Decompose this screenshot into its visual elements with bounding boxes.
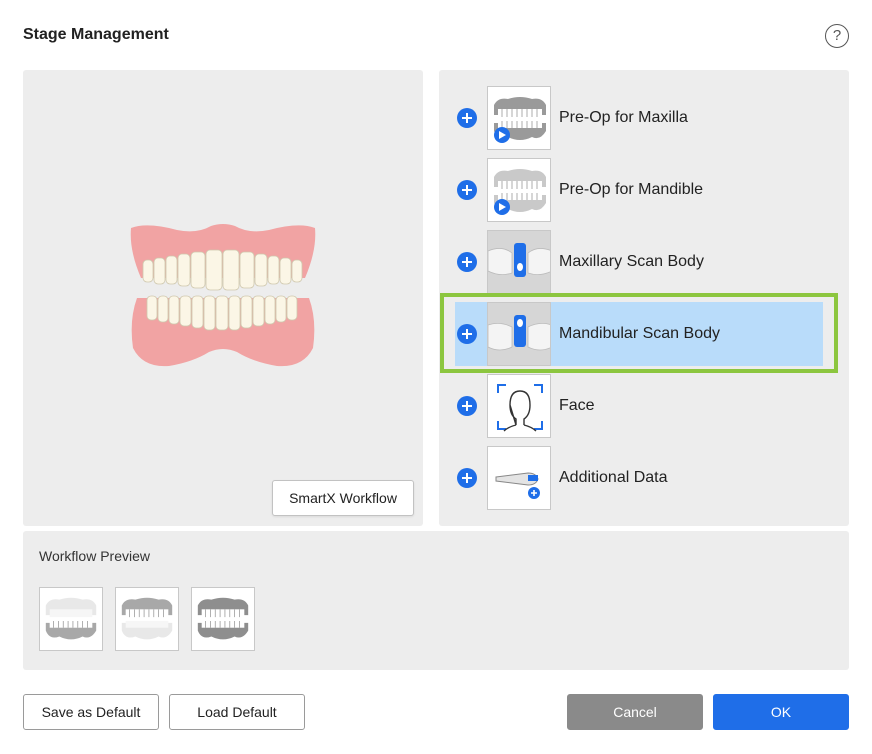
cancel-button[interactable]: Cancel [567,694,703,730]
stage-label: Mandibular Scan Body [559,325,720,342]
stage-item-additional-data[interactable]: Additional Data [455,446,823,510]
workflow-step-occlusion[interactable] [191,587,255,651]
stage-item-pre-op-mandible[interactable]: Pre-Op for Mandible [455,158,823,222]
pre-op-maxilla-icon [487,86,551,150]
mandibular-scan-body-icon [487,302,551,366]
stage-label: Pre-Op for Mandible [559,181,704,198]
stage-label: Face [559,397,595,414]
stage-item-pre-op-maxilla[interactable]: Pre-Op for Maxilla [455,86,823,150]
add-stage-icon[interactable] [457,252,477,272]
stage-item-face[interactable]: Face [455,374,823,438]
add-stage-icon[interactable] [457,324,477,344]
stage-label: Pre-Op for Maxilla [559,109,688,126]
dental-model-image [130,224,316,367]
workflow-preview-label: Workflow Preview [39,548,150,564]
face-icon [487,374,551,438]
save-as-default-button[interactable]: Save as Default [23,694,159,730]
add-stage-icon[interactable] [457,468,477,488]
workflow-step-lower-jaw[interactable] [115,587,179,651]
add-stage-icon[interactable] [457,396,477,416]
workflow-preview-panel: Workflow Preview [23,531,849,670]
help-icon[interactable]: ? [825,24,849,48]
add-stage-icon[interactable] [457,180,477,200]
ok-button[interactable]: OK [713,694,849,730]
smartx-workflow-button[interactable]: SmartX Workflow [272,480,414,516]
stage-list-panel: Pre-Op for Maxilla Pre-Op for Mandible M… [439,70,849,526]
load-default-button[interactable]: Load Default [169,694,305,730]
stage-item-maxillary-scan-body[interactable]: Maxillary Scan Body [455,230,823,294]
additional-data-icon [487,446,551,510]
add-stage-icon[interactable] [457,108,477,128]
dialog-title: Stage Management [23,26,169,43]
maxillary-scan-body-icon [487,230,551,294]
stage-item-mandibular-scan-body[interactable]: Mandibular Scan Body [455,302,823,366]
stage-label: Additional Data [559,469,668,486]
pre-op-mandible-icon [487,158,551,222]
stage-label: Maxillary Scan Body [559,253,704,270]
model-preview-panel: SmartX Workflow [23,70,423,526]
workflow-step-upper-jaw[interactable] [39,587,103,651]
